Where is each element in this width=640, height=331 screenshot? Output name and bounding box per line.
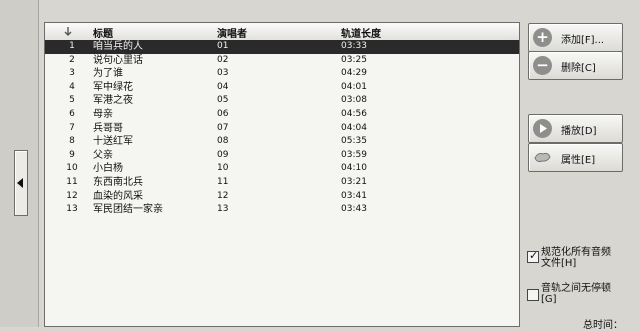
track-title: 军港之夜 [93,95,133,107]
track-number: 12 [66,190,78,201]
properties-button-label: 属性[E] [561,155,596,166]
normalize-label[interactable]: 规范化所有音频 文件[H] [541,247,611,269]
sort-arrow-icon[interactable] [63,26,73,36]
track-title: 兵哥哥 [93,122,123,134]
no-gap-label[interactable]: 音轨之间无停顿 [G] [541,283,611,305]
track-title: 父亲 [93,149,113,161]
track-singer: 07 [217,122,229,133]
track-length: 04:29 [341,68,367,79]
track-number: 3 [69,68,75,79]
properties-button[interactable]: 属性[E] [528,143,623,172]
track-row[interactable]: 5 军港之夜 05 03:08 [45,94,519,108]
track-row[interactable]: 12 血染的风采 12 03:41 [45,190,519,204]
track-singer: 10 [217,163,229,174]
track-title: 血染的风采 [93,190,143,202]
track-row[interactable]: 2 说句心里话 02 03:25 [45,54,519,68]
track-row[interactable]: 8 十送红军 08 05:35 [45,135,519,149]
track-length: 05:35 [341,136,367,147]
track-number: 13 [66,204,78,215]
track-row[interactable]: 1 咱当兵的人 01 03:33 [45,40,519,54]
track-title: 军民团结一家亲 [93,204,163,216]
track-length: 03:33 [341,41,367,51]
track-singer: 05 [217,95,229,106]
normalize-checkbox[interactable]: ✓ [527,249,539,263]
track-length: 03:43 [341,204,367,215]
plus-icon: + [533,28,552,47]
track-length: 03:21 [341,176,367,187]
track-singer: 02 [217,54,229,65]
track-length: 04:01 [341,81,367,92]
track-number: 1 [69,41,75,51]
track-list-panel: 标题 演唱者 轨道长度 1 咱当兵的人 01 03:33 2 说句心里话 02 03:25 3 为… [44,22,520,327]
track-length: 04:04 [341,122,367,133]
track-singer: 11 [217,176,229,187]
track-title: 十送红军 [93,136,133,148]
track-title: 军中绿花 [93,81,133,93]
track-number: 2 [69,54,75,65]
play-button-label: 播放[D] [561,126,597,137]
track-singer: 04 [217,81,229,92]
track-title: 母亲 [93,108,113,120]
properties-icon [533,148,552,167]
track-singer: 06 [217,108,229,119]
track-number: 7 [69,122,75,133]
minus-icon: − [533,56,552,75]
column-header-length[interactable]: 轨道长度 [341,25,381,40]
track-length: 04:56 [341,108,367,119]
play-button[interactable]: 播放[D] [528,114,623,143]
remove-button[interactable]: − 删除[C] [528,51,623,80]
track-list-header: 标题 演唱者 轨道长度 [45,23,519,41]
column-header-title[interactable]: 标题 [93,25,113,40]
track-row[interactable]: 10 小白杨 10 04:10 [45,162,519,176]
track-length: 03:08 [341,95,367,106]
add-button-label: 添加[F]... [561,35,605,46]
track-list: 1 咱当兵的人 01 03:33 2 说句心里话 02 03:25 3 为了谁 03 04:29 4 军中… [45,40,519,217]
track-title: 小白杨 [93,163,123,175]
track-number: 5 [69,95,75,106]
track-number: 4 [69,81,75,92]
track-length: 03:59 [341,149,367,160]
track-length: 04:10 [341,163,367,174]
track-singer: 09 [217,149,229,160]
track-row[interactable]: 3 为了谁 03 04:29 [45,67,519,81]
track-length: 03:41 [341,190,367,201]
remove-button-label: 删除[C] [561,63,596,74]
track-row[interactable]: 9 父亲 09 03:59 [45,149,519,163]
track-number: 11 [66,176,78,187]
track-row[interactable]: 6 母亲 06 04:56 [45,108,519,122]
no-gap-checkbox[interactable] [527,289,539,301]
track-row[interactable]: 13 军民团结一家亲 13 03:43 [45,203,519,217]
track-number: 10 [66,163,78,174]
track-number: 6 [69,108,75,119]
track-row[interactable]: 11 东西南北兵 11 03:21 [45,176,519,190]
track-title: 为了谁 [93,68,123,80]
track-row[interactable]: 4 军中绿花 04 04:01 [45,81,519,95]
track-singer: 13 [217,204,229,215]
total-time-label: 总时间： [583,320,623,331]
track-singer: 08 [217,136,229,147]
track-singer: 01 [217,41,229,51]
track-length: 03:25 [341,54,367,65]
track-singer: 03 [217,68,229,79]
add-button[interactable]: + 添加[F]... [528,23,623,52]
left-arrow-icon [17,178,23,188]
track-title: 东西南北兵 [93,176,143,188]
play-icon [533,119,552,138]
track-title: 咱当兵的人 [93,41,143,52]
track-row[interactable]: 7 兵哥哥 07 04:04 [45,122,519,136]
collapse-panel-button[interactable] [14,150,28,216]
track-title: 说句心里话 [93,54,143,66]
track-number: 8 [69,136,75,147]
track-number: 9 [69,149,75,160]
checkmark-icon: ✓ [529,249,539,262]
track-singer: 12 [217,190,229,201]
column-header-singer[interactable]: 演唱者 [217,25,247,40]
